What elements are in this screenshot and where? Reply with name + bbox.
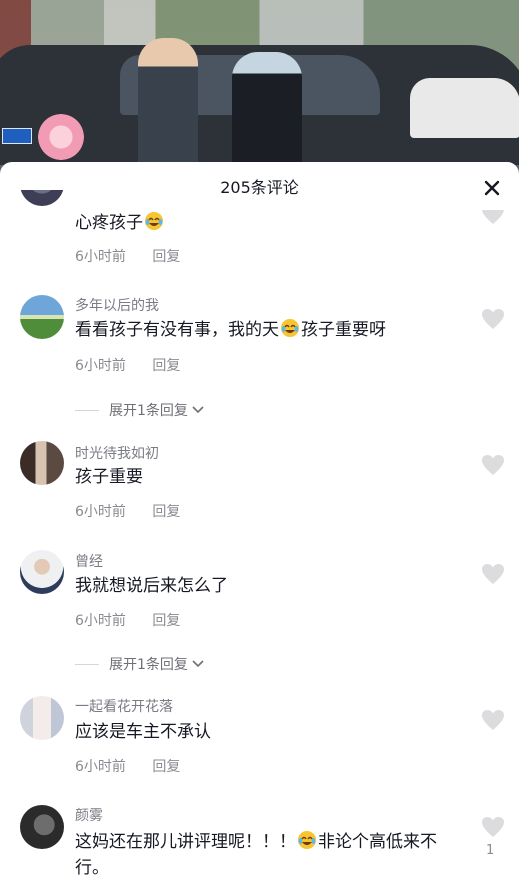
comment-meta: 6小时前 回复 xyxy=(75,756,180,776)
laugh-cry-emoji-icon xyxy=(281,319,299,337)
chevron-down-icon xyxy=(192,660,204,668)
comment-username[interactable]: 多年以后的我 xyxy=(75,295,159,315)
comment-sheet: 205条评论 心疼孩子 6小时前 回复 多年以后的我 看看孩子有没有事，我的天孩… xyxy=(0,162,519,881)
comment-content: 看看孩子有没有事，我的天 孩子重要呀 xyxy=(75,319,386,340)
chevron-down-icon xyxy=(192,406,204,414)
expand-replies-label[interactable]: 展开1条回复 xyxy=(109,400,188,420)
reply-button[interactable]: 回复 xyxy=(152,246,180,266)
video-frame xyxy=(0,0,519,180)
avatar[interactable] xyxy=(20,805,64,849)
heart-icon[interactable] xyxy=(480,708,506,732)
heart-icon[interactable] xyxy=(480,307,506,331)
comment-username[interactable]: 颜雾 xyxy=(75,805,103,825)
reply-button[interactable]: 回复 xyxy=(152,610,180,630)
laugh-cry-emoji-icon xyxy=(298,831,316,849)
comment-content: 应该是车主不承认 xyxy=(75,722,211,742)
comment-meta: 6小时前 回复 xyxy=(75,610,180,630)
heart-icon[interactable] xyxy=(480,815,506,839)
heart-icon[interactable] xyxy=(480,453,506,477)
man-figure xyxy=(138,38,198,168)
expand-replies-label[interactable]: 展开1条回复 xyxy=(109,654,188,674)
avatar[interactable] xyxy=(20,550,64,594)
avatar[interactable] xyxy=(20,441,64,485)
comment-time: 6小时前 xyxy=(75,613,126,629)
comment-username[interactable]: 曾经 xyxy=(75,551,103,571)
comment-time: 6小时前 xyxy=(75,759,126,775)
comment-username[interactable]: 时光待我如初 xyxy=(75,443,159,463)
like-count: 1 xyxy=(486,843,495,858)
close-icon xyxy=(484,180,500,196)
comment-content: 我就想说后来怎么了 xyxy=(75,576,228,596)
avatar[interactable] xyxy=(20,696,64,740)
license-plate xyxy=(2,128,32,144)
comment-meta: 6小时前 回复 xyxy=(75,355,180,375)
comment-content: 孩子重要 xyxy=(75,467,143,487)
heart-icon[interactable] xyxy=(480,562,506,586)
expand-replies[interactable]: 展开1条回复 xyxy=(75,400,205,420)
reply-button[interactable]: 回复 xyxy=(152,501,180,521)
comment-meta: 6小时前 回复 xyxy=(75,246,180,266)
white-car-image xyxy=(410,78,519,138)
flower-sticker xyxy=(38,114,84,160)
divider xyxy=(75,409,99,411)
comment-time: 6小时前 xyxy=(75,249,126,265)
laugh-cry-emoji-icon xyxy=(145,212,163,230)
comment-meta: 6小时前 回复 xyxy=(75,501,180,521)
woman-figure xyxy=(232,52,302,172)
comment-username[interactable]: 一起看花开花落 xyxy=(75,696,173,716)
expand-replies[interactable]: 展开1条回复 xyxy=(75,654,205,674)
avatar[interactable] xyxy=(20,295,64,339)
divider xyxy=(75,663,99,665)
reply-button[interactable]: 回复 xyxy=(152,355,180,375)
comment-time: 6小时前 xyxy=(75,358,126,374)
comment-time: 6小时前 xyxy=(75,504,126,520)
comment-content: 这妈还在那儿讲评理呢！！！ 非论个高低来不行。 xyxy=(75,831,437,878)
comment-count-title: 205条评论 xyxy=(220,178,299,197)
comment-content: 心疼孩子 xyxy=(75,210,470,236)
close-button[interactable] xyxy=(479,175,505,201)
reply-button[interactable]: 回复 xyxy=(152,756,180,776)
sheet-header: 205条评论 xyxy=(0,162,519,214)
